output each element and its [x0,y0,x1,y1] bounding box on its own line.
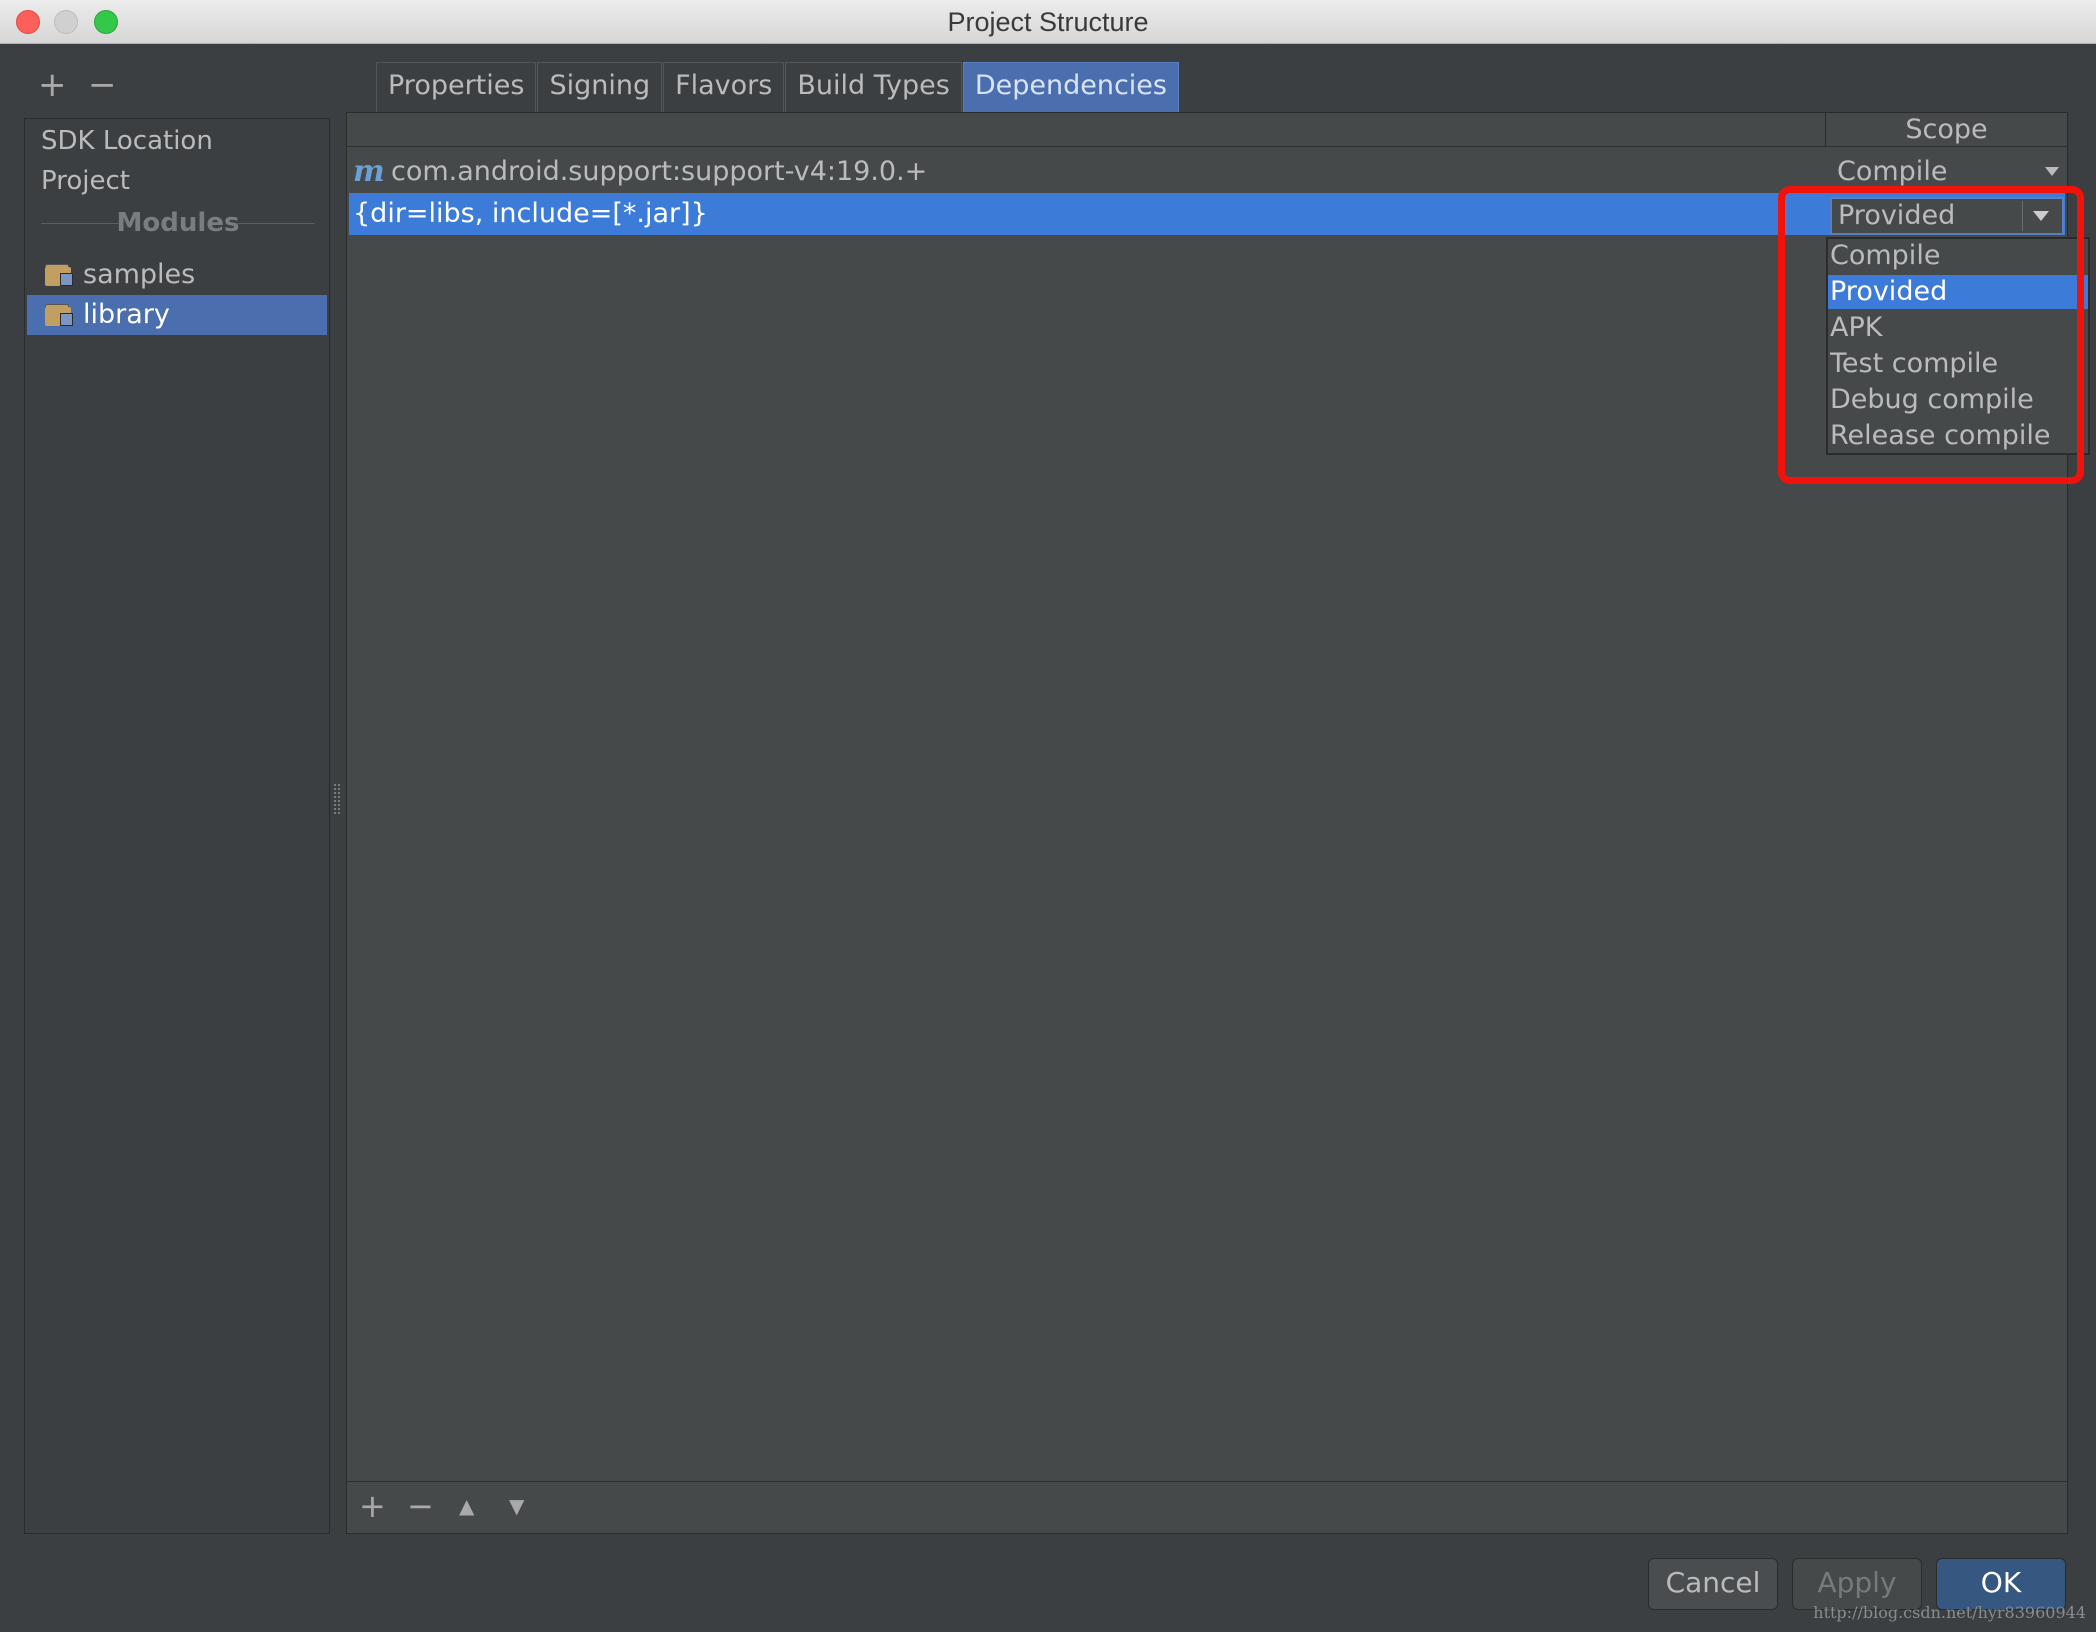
watermark: http://blog.csdn.net/hyr83960944 [1813,1603,2086,1622]
module-label: library [83,299,170,330]
remove-icon[interactable]: − [88,68,117,102]
modules-separator: Modules [25,203,331,243]
tab-dependencies[interactable]: Dependencies [962,62,1179,112]
module-folder-icon [45,304,73,326]
module-item-samples[interactable]: samples [27,255,327,295]
splitter-handle[interactable] [334,784,340,814]
module-label: samples [83,259,196,290]
cancel-button[interactable]: Cancel [1648,1558,1778,1610]
tab-build-types[interactable]: Build Types [785,62,962,112]
module-item-library[interactable]: library [27,295,327,335]
add-dependency-icon[interactable]: + [359,1490,386,1522]
tab-bar: Properties Signing Flavors Build Types D… [376,62,1180,112]
annotation-highlight-box [1778,186,2084,484]
move-down-icon[interactable]: ▼ [509,1496,524,1516]
window-title: Project Structure [947,7,1149,37]
tab-flavors[interactable]: Flavors [663,62,785,112]
dependency-name: com.android.support:support-v4:19.0.+ [391,156,928,187]
scope-header-label: Scope [1905,114,1988,145]
chevron-down-icon[interactable] [2045,167,2059,176]
title-bar: Project Structure [0,0,2096,44]
tab-signing[interactable]: Signing [537,62,663,112]
dependencies-toolbar: + − ▲ ▼ [347,1481,2067,1533]
remove-dependency-icon[interactable]: − [407,1490,434,1522]
dependency-name: {dir=libs, include=[*.jar]} [353,198,708,229]
scope-column-header[interactable]: Scope [1825,113,2067,147]
left-nav-panel: SDK Location Project Modules samples lib… [24,118,330,1534]
move-up-icon[interactable]: ▲ [459,1496,474,1516]
sidebar-item-project[interactable]: Project [41,161,130,201]
table-header: Scope [347,113,2067,147]
module-folder-icon [45,264,73,286]
modules-heading: Modules [116,208,240,238]
sidebar-item-sdk-location[interactable]: SDK Location [41,121,213,161]
maven-library-icon: m [353,154,385,189]
add-icon[interactable]: + [38,68,67,102]
tab-properties[interactable]: Properties [376,62,537,112]
